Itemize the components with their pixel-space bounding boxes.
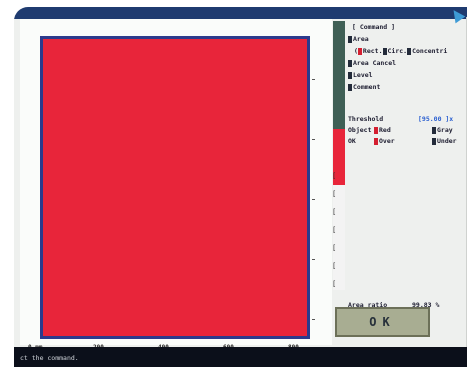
scale-bracket: [ — [332, 208, 337, 216]
y-tick — [312, 259, 315, 260]
concentric-option[interactable]: Concentri — [412, 47, 447, 55]
status-message: ct the command. — [20, 354, 79, 362]
image-panel: 0 mm 200 400 600 800 — [20, 19, 332, 351]
scale-bracket: [ — [332, 190, 337, 198]
level-bar-empty — [333, 185, 345, 290]
radio-red-icon — [374, 126, 378, 134]
radio-gray-icon — [432, 126, 436, 134]
threshold-label: Threshold — [348, 115, 384, 123]
rect-option[interactable]: Rect. — [363, 47, 383, 55]
scale-bracket: [ — [332, 280, 337, 288]
y-tick — [312, 199, 315, 200]
title-bar — [14, 7, 467, 19]
command-header: [ Command ] — [352, 23, 396, 31]
ok-condition-label: OK — [348, 137, 356, 145]
radio-concentric-icon[interactable] — [407, 47, 412, 55]
area-option[interactable]: Area — [348, 35, 369, 43]
under-option[interactable]: Under — [432, 137, 457, 145]
radio-under-icon — [432, 137, 436, 145]
y-tick — [312, 319, 315, 320]
radio-circ-icon[interactable] — [382, 47, 387, 55]
circ-option[interactable]: Circ. — [388, 47, 408, 55]
y-tick — [312, 79, 315, 80]
comment-option[interactable]: Comment — [348, 83, 380, 91]
scale-bracket: [ — [332, 244, 337, 252]
checkbox-icon — [348, 35, 352, 43]
object-red-option[interactable]: Red — [374, 126, 391, 134]
level-option[interactable]: Level — [348, 71, 373, 79]
scale-bracket: [ — [332, 172, 337, 180]
radio-rect-icon[interactable] — [357, 47, 362, 55]
object-gray-option[interactable]: Gray — [432, 126, 453, 134]
inspection-screen: 0 mm 200 400 600 800 [ [ [ [ [ [ [ [ Com… — [14, 7, 467, 367]
object-label: Object — [348, 126, 372, 134]
level-bar-dark — [333, 21, 345, 129]
ok-button[interactable]: OK — [335, 307, 430, 337]
checkbox-icon — [348, 71, 352, 79]
status-bar: ct the command. — [14, 347, 467, 367]
area-cancel-option[interactable]: Area Cancel — [348, 59, 396, 67]
checkbox-icon — [348, 59, 352, 67]
inspection-area-red[interactable] — [40, 36, 310, 339]
over-option[interactable]: Over — [374, 137, 395, 145]
y-tick — [312, 139, 315, 140]
shape-options: (Rect. Circ. Concentri — [354, 47, 448, 55]
checkbox-icon — [348, 83, 352, 91]
threshold-value[interactable]: [95.00 ]x — [418, 115, 453, 123]
scale-bracket: [ — [332, 262, 337, 270]
radio-over-icon — [374, 137, 378, 145]
scale-bracket: [ — [332, 226, 337, 234]
